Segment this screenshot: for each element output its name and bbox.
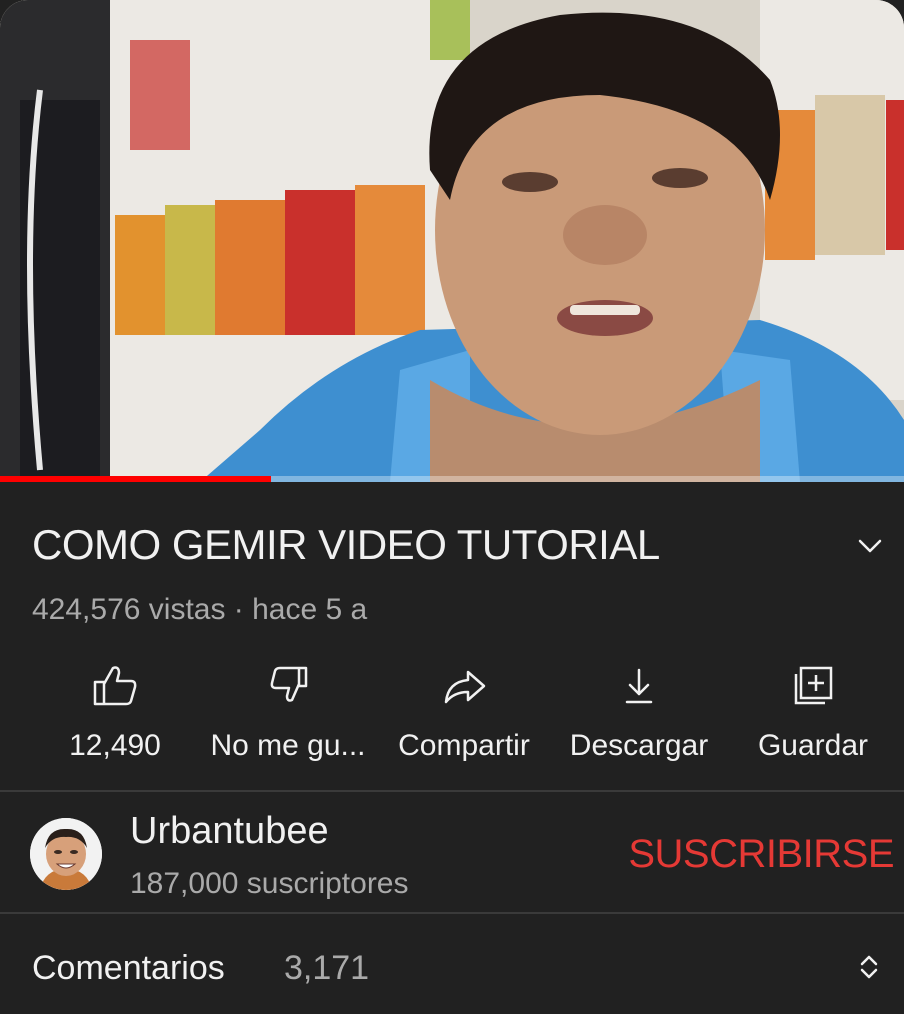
channel-name[interactable]: Urbantubee <box>130 808 329 854</box>
add-to-playlist-icon <box>787 660 839 712</box>
dislike-button[interactable]: No me gu... <box>200 660 376 770</box>
download-label: Descargar <box>569 729 709 762</box>
save-label: Guardar <box>757 729 869 762</box>
chevron-down-icon[interactable] <box>852 528 888 564</box>
progress-fill <box>0 476 272 482</box>
like-count: 12,490 <box>69 729 161 762</box>
share-arrow-icon <box>438 660 490 712</box>
share-button[interactable]: Compartir <box>384 660 544 770</box>
download-icon <box>613 660 665 712</box>
unfold-icon[interactable] <box>852 950 886 984</box>
subscriber-count: 187,000 suscriptores <box>130 867 409 900</box>
video-meta: 424,576 vistas · hace 5 a <box>32 593 368 626</box>
action-bar: 12,490 No me gu... Compartir Descargar G… <box>0 660 904 770</box>
channel-row: Urbantubee 187,000 suscriptores SUSCRIBI… <box>0 794 904 912</box>
save-button[interactable]: Guardar <box>748 660 878 770</box>
dislike-label: No me gu... <box>210 729 366 762</box>
progress-bar[interactable] <box>0 476 904 482</box>
thumbs-down-icon <box>262 660 314 712</box>
thumbs-up-icon <box>89 660 141 712</box>
comments-label: Comentarios <box>32 949 225 987</box>
video-player[interactable] <box>0 0 904 482</box>
comments-count: 3,171 <box>284 949 370 987</box>
divider <box>0 912 904 914</box>
video-frame <box>0 0 904 482</box>
video-title: COMO GEMIR VIDEO TUTORIAL <box>32 521 660 568</box>
divider <box>0 790 904 792</box>
download-button[interactable]: Descargar <box>556 660 722 770</box>
subscribe-button[interactable]: SUSCRIBIRSE <box>628 830 894 878</box>
title-row: COMO GEMIR VIDEO TUTORIAL <box>32 520 882 570</box>
avatar[interactable] <box>30 818 102 890</box>
share-label: Compartir <box>398 729 530 762</box>
comments-section[interactable]: Comentarios 3,171 <box>0 916 904 1014</box>
like-button[interactable]: 12,490 <box>60 660 170 770</box>
